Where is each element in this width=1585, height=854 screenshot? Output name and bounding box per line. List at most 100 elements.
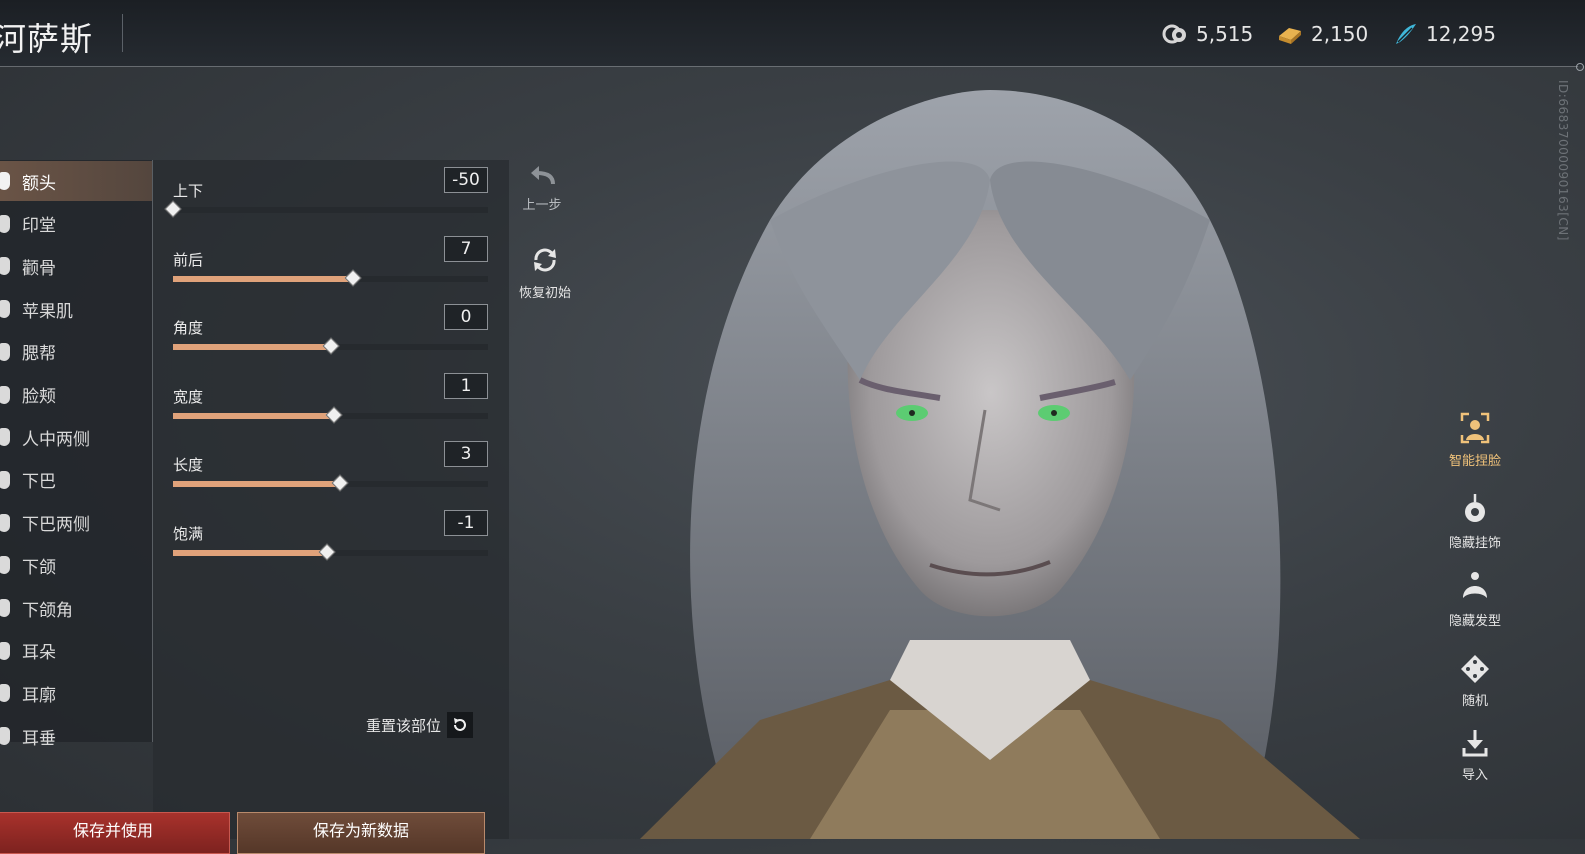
category-item[interactable]: 耳廓 bbox=[0, 673, 152, 713]
slider-fill bbox=[173, 344, 331, 350]
category-item[interactable]: 人中两侧 bbox=[0, 417, 152, 457]
undo-icon bbox=[531, 166, 555, 185]
category-item[interactable]: 颧骨 bbox=[0, 246, 152, 286]
currency-gold[interactable]: 2,150 bbox=[1277, 22, 1368, 46]
slider-fill bbox=[173, 275, 353, 282]
reset-icon[interactable] bbox=[447, 712, 474, 738]
slider-label: 前后 bbox=[173, 250, 204, 269]
save-as-new-data-button[interactable]: 保存为新数据 bbox=[237, 812, 485, 854]
slider-handle[interactable] bbox=[344, 269, 362, 286]
category-item[interactable]: 脸颊 bbox=[0, 375, 152, 415]
face-part-icon bbox=[0, 428, 10, 447]
category-item[interactable]: 下巴两侧 bbox=[0, 503, 152, 543]
dice-icon bbox=[1461, 655, 1489, 683]
spirit-coin-icon bbox=[1162, 24, 1186, 44]
slider-handle[interactable] bbox=[331, 474, 349, 492]
slider-value-input[interactable]: -50 bbox=[444, 167, 488, 193]
slider-track[interactable] bbox=[164, 200, 488, 218]
download-icon bbox=[1462, 730, 1488, 757]
category-item[interactable]: 下颌角 bbox=[0, 588, 152, 628]
category-item[interactable]: 苹果肌 bbox=[0, 289, 152, 329]
category-label: 人中两侧 bbox=[22, 429, 90, 450]
category-label: 颧骨 bbox=[22, 258, 56, 279]
undo-button[interactable]: 上一步 bbox=[507, 160, 577, 213]
smart-face-icon bbox=[1460, 412, 1490, 444]
slider-handle[interactable] bbox=[318, 543, 336, 560]
slider-row: 角度 0 bbox=[173, 304, 491, 377]
gold-ingot-icon bbox=[1279, 28, 1301, 44]
category-label: 下颌 bbox=[22, 557, 56, 578]
feather-icon bbox=[1396, 24, 1416, 44]
hide-hair-button[interactable]: 隐藏发型 bbox=[1440, 570, 1510, 629]
slider-track[interactable] bbox=[173, 474, 488, 492]
category-item[interactable]: 耳朵 bbox=[0, 631, 152, 671]
category-item[interactable]: 印堂 bbox=[0, 204, 152, 244]
slider-label: 长度 bbox=[173, 456, 204, 474]
slider-value-input[interactable]: 7 bbox=[444, 235, 488, 262]
slider-row: 饱满 -1 bbox=[173, 509, 491, 583]
slider-track[interactable] bbox=[173, 406, 488, 423]
refresh-icon bbox=[534, 248, 556, 272]
face-part-icon bbox=[0, 470, 10, 489]
slider-value-input[interactable]: -1 bbox=[444, 509, 488, 536]
slider-row: 前后 7 bbox=[173, 235, 491, 309]
category-label: 下巴两侧 bbox=[22, 515, 90, 536]
currency-gold-value: 2,150 bbox=[1311, 22, 1369, 46]
slider-track[interactable] bbox=[173, 269, 488, 286]
category-item[interactable]: 下巴 bbox=[0, 460, 152, 500]
slider-label: 饱满 bbox=[173, 524, 204, 543]
header-divider-end bbox=[1576, 63, 1584, 71]
currency-spirit-value: 5,515 bbox=[1196, 22, 1254, 46]
category-item[interactable]: 额头 bbox=[0, 161, 152, 201]
slider-row: 上下 -50 bbox=[164, 167, 491, 240]
slider-value-input[interactable]: 1 bbox=[444, 372, 488, 399]
face-part-icon bbox=[0, 727, 10, 746]
category-label: 腮帮 bbox=[22, 344, 56, 365]
hide-hair-label: 隐藏发型 bbox=[1448, 614, 1501, 629]
category-label: 耳朵 bbox=[22, 643, 56, 664]
character-preview[interactable] bbox=[560, 80, 1420, 839]
random-label: 随机 bbox=[1461, 694, 1488, 709]
face-part-icon bbox=[0, 257, 10, 276]
random-button[interactable]: 随机 bbox=[1440, 654, 1510, 709]
category-item[interactable]: 耳垂 bbox=[0, 716, 152, 756]
import-label: 导入 bbox=[1461, 768, 1488, 783]
category-label: 下颌角 bbox=[22, 600, 73, 621]
slider-track[interactable] bbox=[173, 337, 488, 355]
slider-label: 上下 bbox=[173, 182, 204, 200]
slider-value-input[interactable]: 3 bbox=[444, 441, 488, 467]
currency-spirit[interactable]: 5,515 bbox=[1162, 22, 1253, 46]
category-label: 额头 bbox=[22, 173, 56, 194]
category-label: 下巴 bbox=[22, 472, 56, 493]
face-part-icon bbox=[0, 342, 10, 361]
slider-handle[interactable] bbox=[325, 406, 343, 423]
face-part-icon bbox=[0, 641, 10, 660]
currency-feather[interactable]: 12,295 bbox=[1392, 22, 1496, 46]
reset-part-button[interactable]: 重置该部位 bbox=[366, 712, 474, 738]
hide-accessory-button[interactable]: 隐藏挂饰 bbox=[1440, 492, 1510, 551]
currency-feather-value: 12,295 bbox=[1426, 22, 1496, 46]
undo-label: 上一步 bbox=[522, 198, 562, 213]
restore-button[interactable]: 恢复初始 bbox=[510, 244, 580, 301]
category-item[interactable]: 下颌 bbox=[0, 545, 152, 585]
face-part-icon bbox=[0, 385, 10, 404]
slider-value-input[interactable]: 0 bbox=[444, 304, 488, 330]
import-button[interactable]: 导入 bbox=[1440, 728, 1510, 783]
category-label: 印堂 bbox=[22, 216, 56, 237]
slider-label: 宽度 bbox=[173, 387, 204, 406]
accessory-icon bbox=[1465, 494, 1485, 522]
save-and-use-button[interactable]: 保存并使用 bbox=[0, 812, 230, 854]
face-part-icon bbox=[0, 214, 10, 233]
smart-face-button[interactable]: 智能捏脸 bbox=[1440, 412, 1510, 469]
slider-track[interactable] bbox=[173, 543, 488, 560]
slider-label: 角度 bbox=[173, 319, 204, 337]
category-label: 耳垂 bbox=[22, 728, 56, 749]
slider-handle[interactable] bbox=[322, 337, 339, 355]
character-name: 河萨斯 bbox=[0, 20, 94, 58]
face-part-icon bbox=[0, 513, 10, 532]
category-item[interactable]: 腮帮 bbox=[0, 332, 152, 372]
category-label: 脸颊 bbox=[22, 387, 56, 407]
hide-accessory-label: 隐藏挂饰 bbox=[1448, 536, 1501, 551]
smart-face-label: 智能捏脸 bbox=[1448, 454, 1501, 469]
face-part-icon bbox=[0, 172, 10, 190]
